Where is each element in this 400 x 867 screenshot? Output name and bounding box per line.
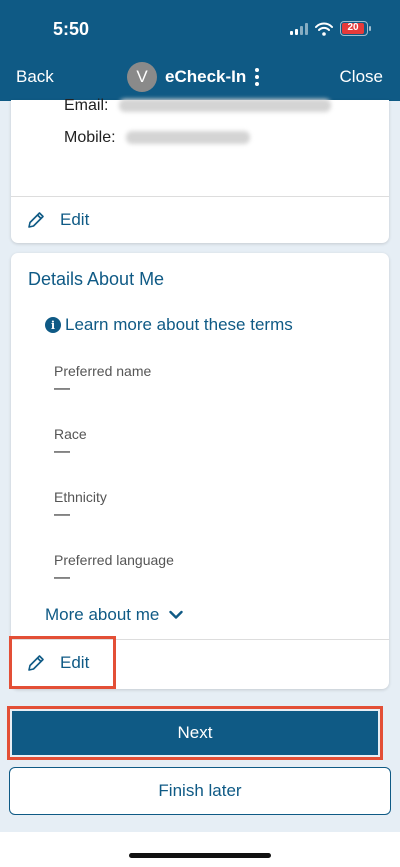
status-icons: 20 xyxy=(290,21,371,36)
edit-contact-button[interactable]: Edit xyxy=(26,210,89,230)
status-time: 5:50 xyxy=(53,19,90,39)
finish-later-button[interactable]: Finish later xyxy=(9,767,391,815)
nav-title-group: V eCheck-In xyxy=(127,62,260,92)
field-label: Race xyxy=(54,426,87,442)
field-value: — xyxy=(54,569,70,586)
divider xyxy=(11,196,389,197)
mobile-value-redacted xyxy=(126,131,251,145)
mobile-row: Mobile: xyxy=(64,129,251,147)
bottom-safe-area xyxy=(0,832,400,867)
details-card: Details About Me i Learn more about thes… xyxy=(11,253,389,689)
nav-title: eCheck-In xyxy=(165,67,247,86)
back-button[interactable]: Back xyxy=(16,67,54,87)
field-label: Ethnicity xyxy=(54,489,107,505)
cellular-signal-icon xyxy=(290,22,308,35)
battery-icon: 20 xyxy=(340,21,371,36)
chevron-down-icon xyxy=(169,610,184,619)
email-label: Email: xyxy=(64,97,109,114)
mobile-label: Mobile: xyxy=(64,129,116,146)
close-button[interactable]: Close xyxy=(340,67,383,87)
field-value: — xyxy=(54,443,70,460)
field-preferred-name: Preferred name — xyxy=(54,363,151,398)
avatar[interactable]: V xyxy=(127,62,157,92)
contact-card: Email: Mobile: Edit xyxy=(11,97,389,243)
more-options-icon[interactable] xyxy=(255,68,260,86)
edit-contact-label: Edit xyxy=(60,210,90,229)
battery-level: 20 xyxy=(342,23,364,34)
edit-highlight-box xyxy=(9,636,116,689)
field-label: Preferred language xyxy=(54,552,174,568)
field-ethnicity: Ethnicity — xyxy=(54,489,107,524)
info-icon: i xyxy=(45,317,61,333)
field-value: — xyxy=(54,506,70,523)
details-title: Details About Me xyxy=(28,269,165,289)
email-value-redacted xyxy=(118,99,331,113)
more-about-me-toggle[interactable]: More about me xyxy=(45,605,184,625)
more-about-me-label: More about me xyxy=(45,605,160,624)
next-button[interactable]: Next xyxy=(12,711,378,755)
learn-more-link[interactable]: i Learn more about these terms xyxy=(45,315,293,335)
learn-more-label: Learn more about these terms xyxy=(65,315,293,334)
email-row: Email: xyxy=(64,97,331,115)
field-preferred-language: Preferred language — xyxy=(54,552,174,587)
field-race: Race — xyxy=(54,426,87,461)
pencil-icon xyxy=(28,212,44,228)
home-indicator[interactable] xyxy=(129,853,271,858)
wifi-icon xyxy=(315,22,333,36)
field-label: Preferred name xyxy=(54,363,152,379)
field-value: — xyxy=(54,380,70,397)
app-header: 5:50 20 Back V eCheck-In Close xyxy=(0,0,400,101)
